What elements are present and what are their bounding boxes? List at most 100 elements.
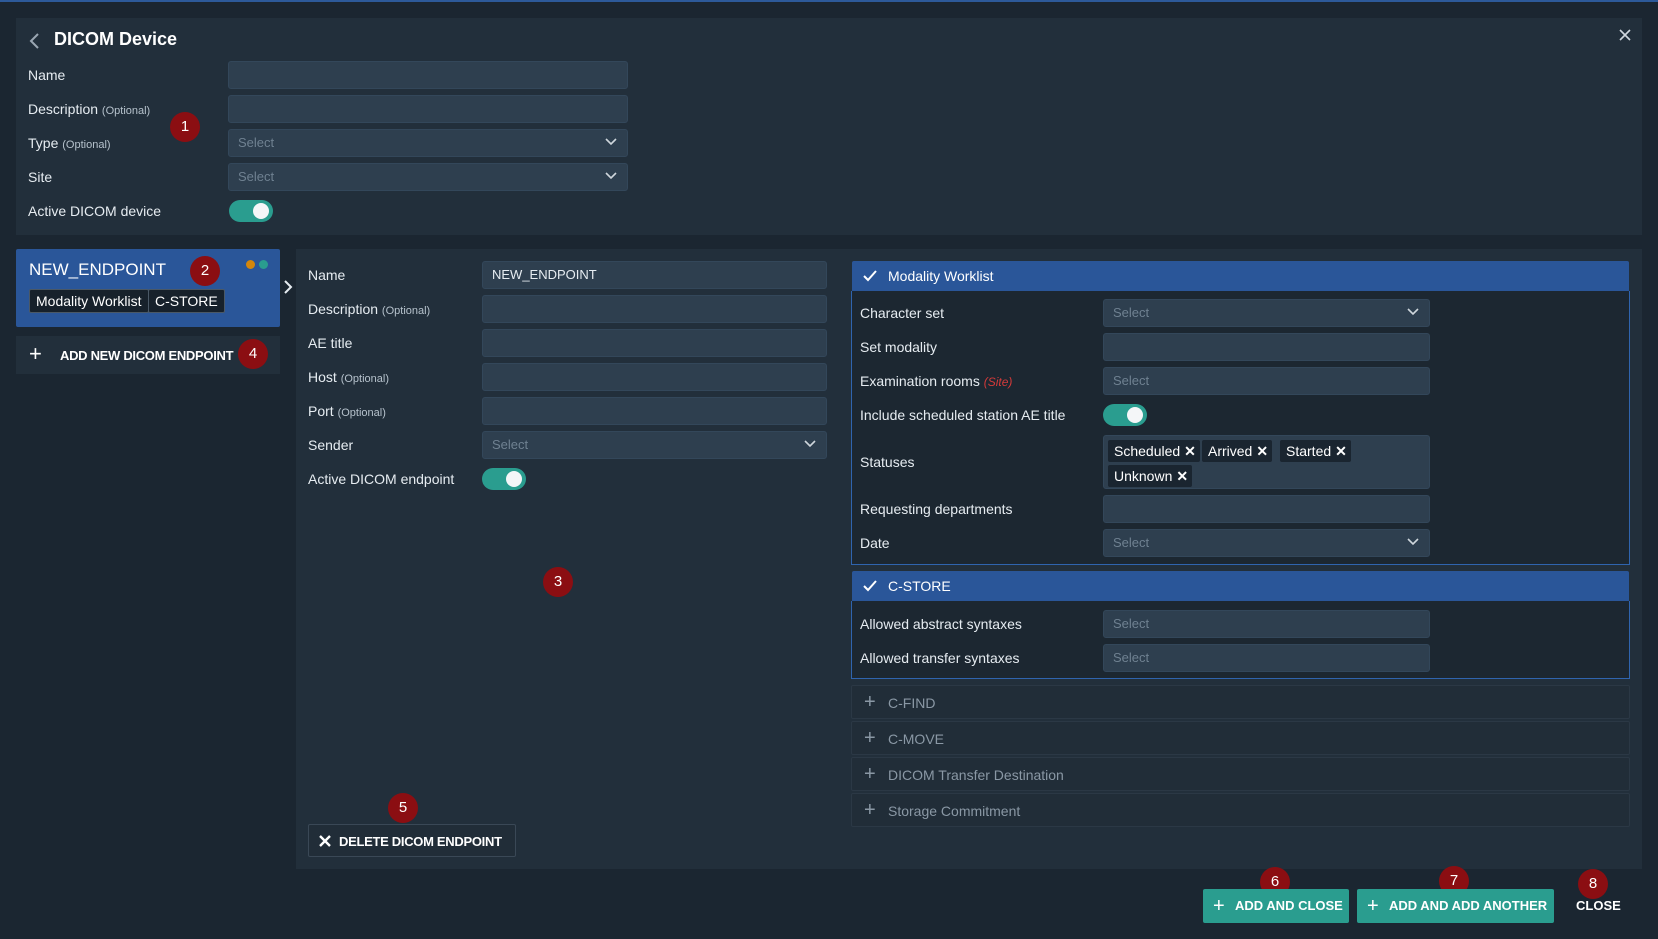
remove-icon[interactable]: ✕ [1176,465,1188,487]
annotation-badge-8: 8 [1578,869,1608,899]
device-name-label: Name [28,67,66,83]
chevron-down-icon [605,138,617,146]
annotation-badge-3: 3 [543,567,573,597]
plus-icon: + [864,763,876,785]
delete-endpoint-label: DELETE DICOM ENDPOINT [339,834,502,849]
host-input[interactable] [482,363,827,391]
ae-title-input[interactable] [482,329,827,357]
section-transfer-destination[interactable]: + DICOM Transfer Destination [851,757,1630,791]
section-cmove[interactable]: + C-MOVE [851,721,1630,755]
date-select[interactable]: Select [1103,529,1430,557]
remove-icon[interactable]: ✕ [1256,440,1268,462]
sender-select[interactable]: Select [482,431,827,459]
endpoint-tag-cstore: C-STORE [148,289,225,313]
device-active-label: Active DICOM device [28,203,162,219]
endpoint-description-input[interactable] [482,295,827,323]
toggle-knob [506,471,522,487]
host-label: Host (Optional) [308,369,389,385]
add-and-close-label: ADD AND CLOSE [1235,898,1343,913]
include-ae-title-label: Include scheduled station AE title [860,407,1066,423]
section-title: C-FIND [888,695,936,711]
device-site-select[interactable]: Select [228,163,628,191]
device-active-toggle[interactable] [229,200,273,222]
close-button[interactable]: CLOSE [1576,898,1621,913]
section-title: Storage Commitment [888,803,1021,819]
modality-worklist-header[interactable]: Modality Worklist [852,261,1629,291]
statuses-label: Statuses [860,454,915,470]
annotation-badge-2: 2 [190,256,220,286]
status-chip-arrived[interactable]: Arrived ✕ [1202,440,1273,462]
plus-icon: + [864,799,876,821]
page-title: DICOM Device [54,29,178,49]
plus-icon: + [1367,895,1379,917]
status-dot-green [259,260,268,269]
ae-title-label: AE title [308,335,353,351]
remove-icon[interactable]: ✕ [1335,440,1347,462]
section-title: C-MOVE [888,731,944,747]
port-input[interactable] [482,397,827,425]
section-cfind[interactable]: + C-FIND [851,685,1630,719]
back-chevron-icon[interactable] [28,32,42,50]
remove-icon[interactable]: ✕ [1184,440,1196,462]
add-and-close-button[interactable]: + ADD AND CLOSE [1203,889,1349,923]
site-note: (Site) [983,375,1013,389]
set-modality-label: Set modality [860,339,938,355]
endpoint-name-label: Name [308,267,346,283]
abstract-syntaxes-select[interactable]: Select [1103,610,1430,638]
section-storage-commitment[interactable]: + Storage Commitment [851,793,1630,827]
endpoint-card-title: NEW_ENDPOINT [29,260,166,279]
device-name-input[interactable] [228,61,628,89]
requesting-departments-label: Requesting departments [860,501,1013,517]
requesting-departments-input[interactable] [1103,495,1430,523]
plus-icon: + [1213,895,1225,917]
optional-note: (Optional) [381,305,431,317]
check-icon [863,270,877,282]
close-x-icon [319,835,331,847]
endpoint-card[interactable]: NEW_ENDPOINT Modality Worklist C-STORE [16,249,280,327]
sender-label: Sender [308,437,354,453]
device-description-input[interactable] [228,95,628,123]
plus-icon: + [864,727,876,749]
status-chip-started[interactable]: Started ✕ [1280,440,1351,462]
statuses-multiselect[interactable]: Scheduled ✕ Arrived ✕ Started ✕ Unknown ✕ [1103,435,1430,489]
annotation-badge-4: 4 [238,339,268,369]
include-ae-title-toggle[interactable] [1103,404,1147,426]
delete-endpoint-button[interactable]: DELETE DICOM ENDPOINT [308,824,516,857]
status-chip-unknown[interactable]: Unknown ✕ [1108,465,1193,487]
add-endpoint-label: ADD NEW DICOM ENDPOINT [60,348,234,363]
toggle-knob [253,203,269,219]
endpoint-active-toggle[interactable] [482,468,526,490]
optional-note: (Optional) [340,373,389,385]
transfer-syntaxes-select[interactable]: Select [1103,644,1430,672]
examination-rooms-select[interactable]: Select [1103,367,1430,395]
chevron-down-icon [605,172,617,180]
check-icon [863,580,877,592]
device-description-label: Description (Optional) [28,101,151,117]
set-modality-input[interactable] [1103,333,1430,361]
cstore-header[interactable]: C-STORE [852,571,1629,601]
character-set-label: Character set [860,305,945,321]
plus-icon: + [864,691,876,713]
endpoint-description-label: Description (Optional) [308,301,431,317]
device-site-label: Site [28,169,53,185]
chevron-down-icon [804,440,816,448]
endpoint-name-input[interactable]: NEW_ENDPOINT [482,261,827,289]
optional-note: (Optional) [62,139,111,151]
port-label: Port (Optional) [308,403,386,419]
annotation-badge-5: 5 [388,793,418,823]
character-set-select[interactable]: Select [1103,299,1430,327]
status-dot-orange [246,260,255,269]
abstract-syntaxes-label: Allowed abstract syntaxes [860,616,1022,632]
add-and-add-another-button[interactable]: + ADD AND ADD ANOTHER [1357,889,1554,923]
chevron-right-icon [284,280,293,294]
plus-icon: + [29,341,42,366]
status-chip-scheduled[interactable]: Scheduled ✕ [1108,440,1200,462]
transfer-syntaxes-label: Allowed transfer syntaxes [860,650,1020,666]
examination-rooms-label: Examination rooms (Site) [860,373,1013,389]
chevron-down-icon [1407,538,1419,546]
device-type-label: Type (Optional) [28,135,111,151]
device-type-select[interactable]: Select [228,129,628,157]
section-title: DICOM Transfer Destination [888,767,1064,783]
close-icon[interactable] [1619,29,1631,41]
optional-note: (Optional) [101,105,151,117]
